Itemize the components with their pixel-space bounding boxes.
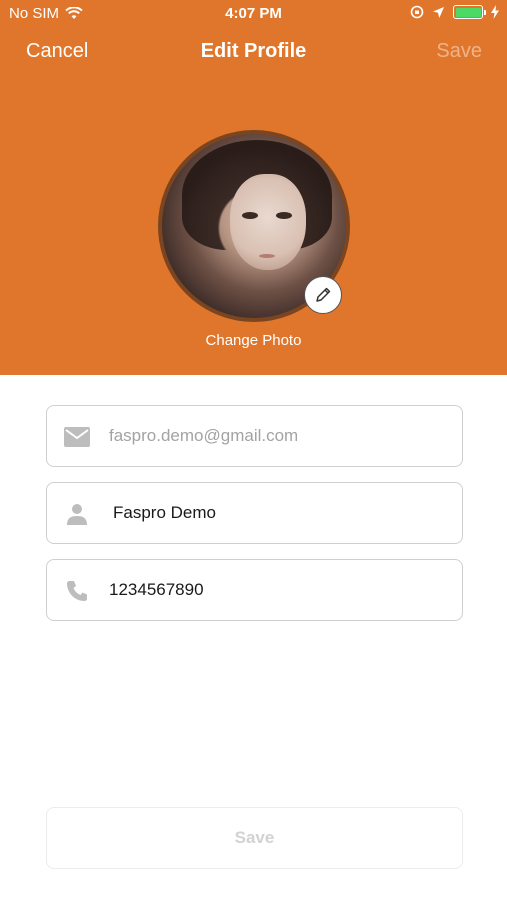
mail-icon — [63, 424, 91, 450]
change-photo-link[interactable]: Change Photo — [0, 332, 507, 349]
orientation-lock-icon — [410, 5, 424, 19]
status-bar: No SIM 4:07 PM — [0, 0, 507, 28]
phone-field[interactable]: 1234567890 — [46, 559, 463, 621]
name-field[interactable]: Faspro Demo — [46, 482, 463, 544]
save-button[interactable]: Save — [46, 807, 463, 869]
status-right — [410, 5, 499, 19]
phone-input[interactable]: 1234567890 — [109, 580, 204, 600]
phone-icon — [63, 578, 91, 604]
charging-icon — [491, 5, 499, 19]
avatar-eye-right — [276, 212, 292, 219]
avatar-container[interactable] — [158, 130, 350, 322]
edit-photo-button[interactable] — [304, 276, 342, 314]
name-input[interactable]: Faspro Demo — [113, 503, 216, 523]
battery-fill — [455, 7, 481, 17]
battery-icon — [453, 5, 486, 19]
battery-cap — [484, 9, 486, 15]
email-input[interactable]: faspro.demo@gmail.com — [109, 426, 298, 446]
email-field[interactable]: faspro.demo@gmail.com — [46, 405, 463, 467]
location-icon — [433, 6, 444, 18]
profile-header: No SIM 4:07 PM Cancel Edit Profile Save … — [0, 0, 507, 375]
nav-save-button[interactable]: Save — [436, 40, 482, 63]
avatar-mouth — [259, 254, 275, 258]
avatar-eye-left — [242, 212, 258, 219]
pencil-icon — [316, 287, 331, 302]
person-icon — [63, 501, 91, 527]
page-title: Edit Profile — [200, 40, 307, 62]
